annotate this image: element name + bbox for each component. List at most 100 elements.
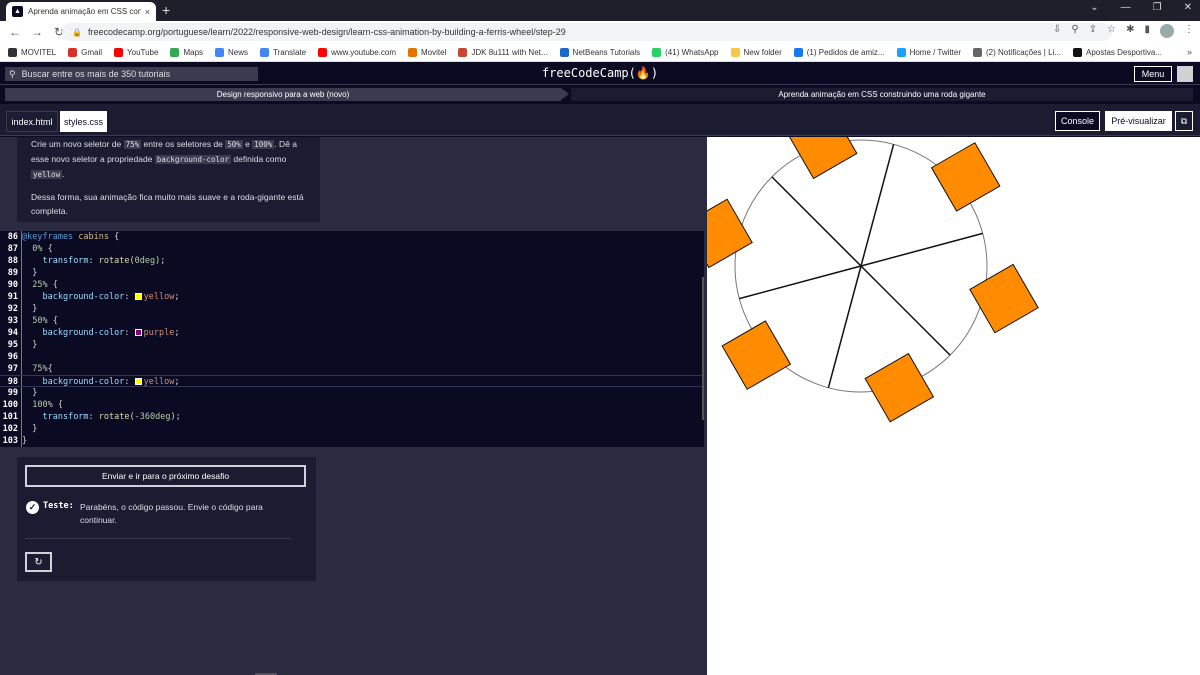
code-line[interactable]: 101 transform: rotate(-360deg); [0, 411, 704, 423]
tab-styles-css[interactable]: styles.css [60, 111, 107, 132]
bookmark-item[interactable]: (2) Notificações | Li... [972, 47, 1061, 57]
editor-tab-bar: index.html styles.css [0, 104, 1200, 136]
sidepanel-icon[interactable]: ▮ [1144, 24, 1150, 38]
bookmark-label: Gmail [81, 47, 103, 57]
code-line[interactable]: 98 background-color: yellow; [0, 375, 704, 387]
color-swatch-icon[interactable] [134, 293, 142, 300]
browser-tab[interactable]: ▲ Aprenda animação em CSS cons × [6, 2, 156, 21]
back-icon[interactable]: ← [8, 25, 22, 39]
address-bar: ← → ↻ 🔒 freecodecamp.org/portuguese/lear… [0, 21, 1200, 43]
code-line[interactable]: 100 100% { [0, 399, 704, 411]
chevron-down-icon[interactable]: ⌄ [1090, 2, 1098, 13]
bookmark-item[interactable]: Maps [170, 47, 204, 57]
close-window-icon[interactable]: ✕ [1184, 2, 1192, 13]
code-line[interactable]: 88 transform: rotate(0deg); [0, 255, 704, 267]
bookmarks-overflow-icon[interactable]: » [1187, 47, 1192, 57]
code-text: 75%{ [32, 364, 53, 374]
code-line[interactable]: 97 75%{ [0, 363, 704, 375]
code-line[interactable]: 103} [0, 435, 704, 447]
restore-icon[interactable]: ❐ [1153, 2, 1162, 13]
bookmark-icon [8, 47, 17, 57]
menu-button[interactable]: Menu [1134, 66, 1172, 82]
code-line[interactable]: 87 0% { [0, 243, 704, 255]
code-text: transform: rotate(-360deg); [42, 412, 181, 422]
code-line[interactable]: 92 } [0, 303, 704, 315]
code-line[interactable]: 93 50% { [0, 315, 704, 327]
bookmark-item[interactable]: Apostas Desportiva... [1072, 47, 1162, 57]
line-number: 90 [7, 280, 18, 290]
popout-preview-icon[interactable]: ⧉ [1175, 111, 1193, 131]
bookmark-item[interactable]: (41) WhatsApp [652, 47, 719, 57]
bookmark-item[interactable]: New folder [730, 47, 782, 57]
breadcrumb-project[interactable]: Aprenda animação em CSS construindo uma … [571, 88, 1193, 101]
code-line[interactable]: 102 } [0, 423, 704, 435]
line-number: 100 [2, 400, 18, 410]
bookmark-item[interactable]: MOVITEL [8, 47, 56, 57]
ferris-cabin [930, 142, 1001, 212]
line-number: 89 [7, 268, 18, 278]
bookmark-item[interactable]: www.youtube.com [318, 47, 396, 57]
ferris-cabin [787, 137, 858, 180]
kebab-menu-icon[interactable]: ⋮ [1184, 24, 1194, 38]
color-swatch-icon[interactable] [134, 329, 142, 336]
code-line[interactable]: 95 } [0, 339, 704, 351]
zoom-icon[interactable]: ⚲ [1071, 24, 1078, 38]
code-line[interactable]: 96 [0, 351, 704, 363]
breadcrumb-course[interactable]: Design responsivo para a web (novo) [5, 88, 561, 101]
bookmarks-bar: MOVITEL Gmail YouTube Maps News Translate www.… [0, 43, 1200, 62]
tab-index-html[interactable]: index.html [6, 111, 58, 132]
bookmark-item[interactable]: Translate [260, 47, 306, 57]
wheel-spoke [771, 176, 862, 267]
url-field[interactable]: 🔒 freecodecamp.org/portuguese/learn/2022… [62, 23, 1112, 41]
code-text: } [22, 268, 38, 278]
code-editor[interactable]: 86 @keyframes cabins {87 0% {88 transform… [0, 231, 704, 447]
code-line[interactable]: 91 background-color: yellow; [0, 291, 704, 303]
code-text: @keyframes cabins { [22, 232, 120, 242]
instr-code: 75% [123, 140, 142, 149]
search-input[interactable]: ⚲ Buscar entre os mais de 350 tutoriais [5, 67, 258, 81]
reset-icon: ↻ [34, 556, 43, 568]
bookmark-item[interactable]: JDK 8u111 with Net... [458, 47, 548, 57]
star-icon[interactable]: ☆ [1107, 24, 1116, 38]
forward-icon[interactable]: → [30, 25, 44, 39]
reset-button[interactable]: ↻ [25, 552, 52, 572]
line-number: 87 [7, 244, 18, 254]
code-line[interactable]: 86 @keyframes cabins { [0, 231, 704, 243]
bookmark-item[interactable]: (1) Pedidos de amiz... [793, 47, 885, 57]
line-number: 102 [2, 424, 18, 434]
bookmark-item[interactable]: NetBeans Tutorials [559, 47, 640, 57]
preview-button[interactable]: Pré-visualizar [1105, 111, 1172, 131]
bookmark-item[interactable]: News [215, 47, 248, 57]
bookmark-item[interactable]: Home / Twitter [896, 47, 961, 57]
window-controls: ⌄ — ❐ ✕ [1090, 2, 1192, 13]
instr-text: definida como [231, 154, 287, 164]
submit-button[interactable]: Enviar e ir para o próximo desafio [25, 465, 306, 487]
code-line[interactable]: 99 } [0, 387, 704, 399]
install-icon[interactable]: ⇩ [1053, 24, 1061, 38]
user-avatar[interactable] [1177, 66, 1193, 82]
share-icon[interactable]: ⇪ [1089, 24, 1097, 38]
fcc-favicon-icon: ▲ [12, 6, 23, 17]
console-button[interactable]: Console [1055, 111, 1100, 131]
code-text: transform: rotate(0deg); [42, 256, 166, 266]
bookmark-item[interactable]: Gmail [68, 47, 103, 57]
bookmark-label: Maps [183, 47, 204, 57]
toolbar-icons: ⇩ ⚲ ⇪ ☆ ✱ ▮ ⋮ [1053, 24, 1194, 38]
code-line[interactable]: 89 } [0, 267, 704, 279]
tab-title: Aprenda animação em CSS cons [28, 7, 141, 16]
line-number: 101 [2, 412, 18, 422]
instr-text: entre os seletores de [141, 139, 226, 149]
minimize-icon[interactable]: — [1121, 2, 1131, 13]
bookmark-item[interactable]: YouTube [114, 47, 158, 57]
profile-avatar[interactable] [1160, 24, 1174, 38]
instr-text: e [242, 139, 253, 149]
color-swatch-icon[interactable] [134, 378, 142, 385]
code-line[interactable]: 94 background-color: purple; [0, 327, 704, 339]
new-tab-button[interactable]: + [162, 2, 170, 18]
extensions-icon[interactable]: ✱ [1126, 24, 1134, 38]
code-line[interactable]: 90 25% { [0, 279, 704, 291]
bookmark-label: (41) WhatsApp [665, 47, 719, 57]
bookmark-item[interactable]: Movitel [408, 47, 446, 57]
line-number: 88 [7, 256, 18, 266]
tab-close-icon[interactable]: × [145, 7, 150, 17]
